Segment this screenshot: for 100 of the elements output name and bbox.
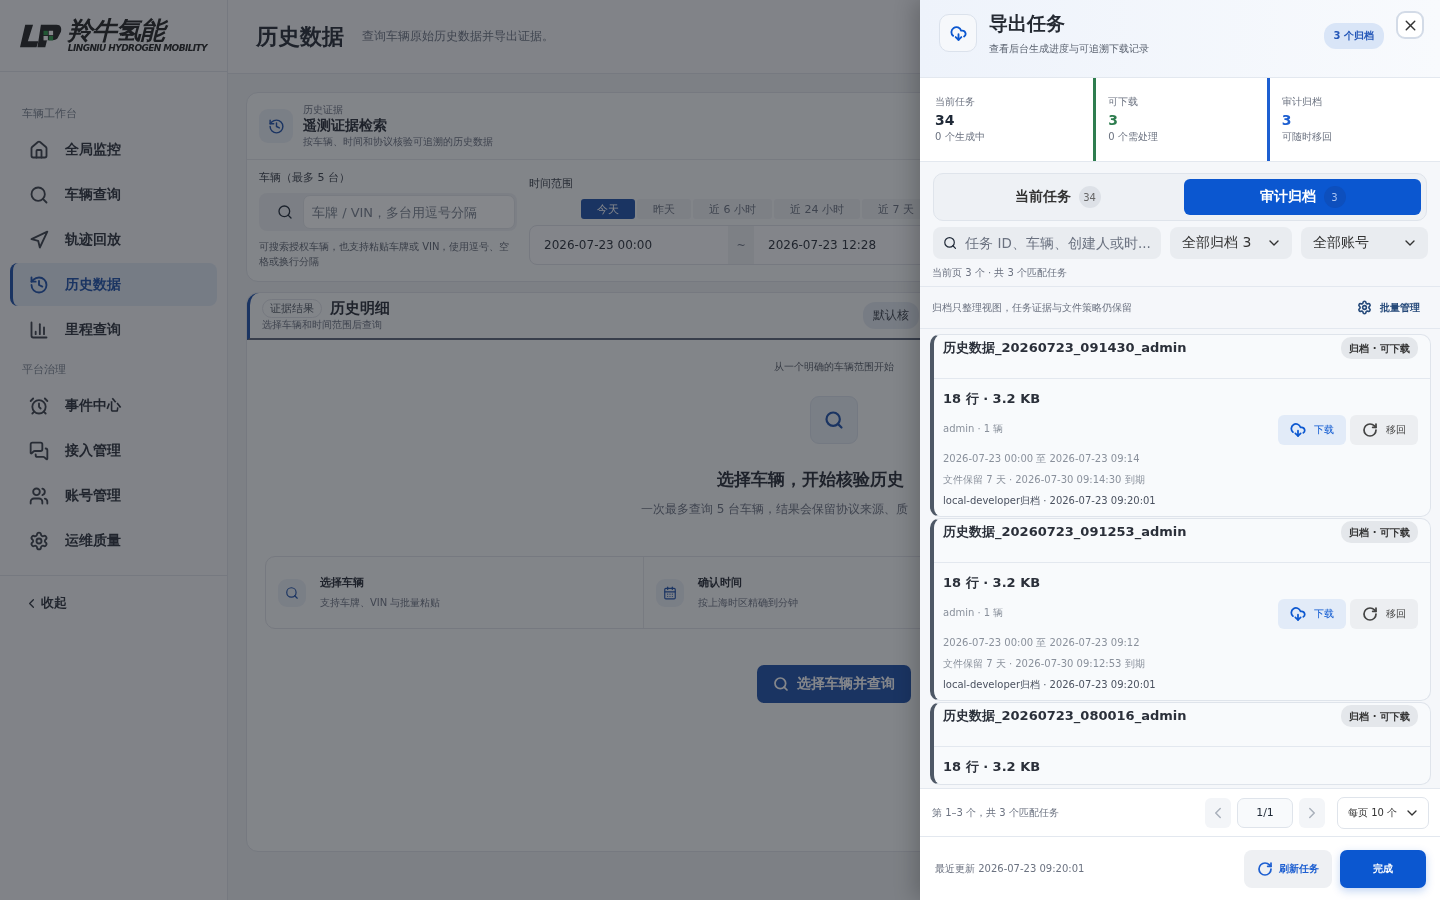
step-title: 选择车辆 [320, 575, 365, 590]
drawer-tab[interactable]: 审计归档 3 [1184, 179, 1421, 215]
drawer-title: 导出任务 [989, 11, 1066, 36]
stat-label: 审计归档 [1281, 95, 1323, 109]
pagination-summary: 第 1–3 个，共 3 个匹配任务 [932, 805, 1059, 820]
card-title: 遥测证据检索 [303, 117, 388, 135]
task-size: 18 行 · 3.2 KB [943, 574, 1042, 592]
done-button[interactable]: 完成 [1340, 849, 1426, 888]
task-title: 历史数据_20260723_080016_admin [943, 707, 1187, 726]
task-title: 历史数据_20260723_091253_admin [943, 523, 1187, 542]
filter-select[interactable]: 全部归档 3 [1170, 227, 1292, 259]
alarm-clock-icon [29, 395, 49, 416]
settings-icon [1357, 300, 1372, 315]
cloud-download-icon [1290, 422, 1306, 438]
task-range: 2026-07-23 00:00 至 2026-07-23 09:12 [943, 636, 1141, 650]
vehicle-field[interactable]: 车牌 / VIN，多台用逗号分隔 [259, 193, 517, 231]
settings-icon [29, 530, 49, 551]
stat-note: 0 个需处理 [1108, 130, 1159, 144]
time-preset-tab[interactable]: 今天 [581, 199, 635, 219]
rotate-icon [1362, 422, 1378, 438]
logo-tagline: LINGNIU HYDROGEN MOBILITY [67, 43, 207, 53]
task-retention: 文件保留 7 天 · 2026-07-30 09:12:53 到期 [943, 657, 1146, 671]
page-title: 历史数据 [256, 22, 344, 51]
restore-button[interactable]: 移回 [1350, 415, 1418, 445]
nav-item[interactable]: 车辆查询 [10, 173, 217, 216]
drawer-tab[interactable]: 当前任务 34 [939, 179, 1176, 215]
stat-label: 当前任务 [935, 95, 976, 109]
drawer-subtitle: 查看后台生成进度与可追溯下载记录 [989, 42, 1149, 56]
stat-value: 3 [1281, 112, 1293, 128]
query-button[interactable]: 选择车辆并查询 [757, 665, 911, 703]
nav-item[interactable]: 接入管理 [10, 429, 217, 472]
stat-value: 3 [1108, 112, 1120, 128]
nav-item[interactable]: 全局监控 [10, 128, 217, 171]
task-archived: local-developer归档 · 2026-07-23 09:20:01 [943, 678, 1157, 692]
nav-item[interactable]: 里程查询 [10, 308, 217, 351]
page-indicator: 1/1 [1237, 797, 1293, 828]
match-count: 当前页 3 个 · 共 3 个匹配任务 [920, 259, 1440, 287]
field-label: 时间范围 [529, 176, 574, 191]
mode-badge: 默认核 [863, 302, 919, 329]
archive-note: 归档只整理视图，任务证据与文件策略仍保留 [932, 300, 1132, 315]
nav-item[interactable]: 运维质量 [10, 519, 217, 562]
task-owner: admin · 1 辆 [943, 606, 1005, 620]
page-subtitle: 查询车辆原始历史数据并导出证据。 [362, 28, 554, 45]
archive-count-badge: 3 个归档 [1323, 23, 1384, 49]
search-icon [277, 204, 293, 220]
stat-note: 可随时移回 [1281, 130, 1333, 144]
task-archived: local-developer归档 · 2026-07-23 09:20:01 [943, 494, 1157, 508]
cloud-download-icon [939, 14, 977, 52]
chat-icon [29, 440, 49, 461]
users-icon [29, 485, 49, 506]
search-icon [29, 184, 49, 205]
page-size-select[interactable]: 每页 10 个 [1337, 796, 1429, 829]
history-icon [259, 109, 293, 143]
task-search-field[interactable]: 任务 ID、车辆、创建人或时... [933, 227, 1161, 259]
status-badge: 归档 · 可下载 [1341, 337, 1418, 359]
search-icon [943, 235, 958, 251]
task-title: 历史数据_20260723_091430_admin [943, 339, 1187, 358]
empty-heading: 选择车辆，开始核验历史 [717, 468, 904, 491]
task-retention: 文件保留 7 天 · 2026-07-30 09:14:30 到期 [943, 473, 1146, 487]
task-size: 18 行 · 3.2 KB [943, 390, 1042, 408]
field-label: 车辆（最多 5 台） [259, 170, 351, 185]
bar-chart-icon [29, 319, 49, 340]
field-hint: 可搜索授权车辆，也支持粘贴车牌或 VIN，使用逗号、空格或换行分隔 [259, 240, 511, 269]
home-icon [29, 139, 49, 160]
stat-note: 0 个生成中 [935, 130, 986, 144]
nav-item[interactable]: 历史数据 [10, 263, 217, 306]
task-range: 2026-07-23 00:00 至 2026-07-23 09:14 [943, 452, 1141, 466]
nav-item[interactable]: 账号管理 [10, 474, 217, 517]
section-title: 历史明细 [330, 299, 390, 318]
navigation-icon [29, 229, 49, 250]
collapse-button[interactable]: 收起 [0, 575, 227, 630]
search-icon [278, 578, 306, 607]
refresh-button[interactable]: 刷新任务 [1244, 849, 1332, 888]
close-button[interactable] [1396, 11, 1424, 39]
stat-value: 34 [935, 112, 956, 128]
status-badge: 归档 · 可下载 [1341, 705, 1418, 727]
bulk-manage-button[interactable]: 批量管理 [1357, 300, 1420, 315]
last-updated: 最近更新 2026-07-23 09:20:01 [935, 861, 1085, 876]
rotate-icon [1362, 606, 1378, 622]
start-date: 2026-07-23 00:00 [543, 238, 654, 252]
end-date: 2026-07-23 12:28 [767, 238, 878, 252]
rotate-icon [1257, 860, 1273, 877]
download-button[interactable]: 下载 [1278, 415, 1346, 445]
nav-item[interactable]: 轨迹回放 [10, 218, 217, 261]
logo-name: 羚牛氢能 [67, 18, 207, 43]
step-title: 确认时间 [698, 575, 743, 590]
filter-select[interactable]: 全部账号 [1301, 227, 1428, 259]
search-icon [810, 396, 858, 444]
search-icon [773, 676, 789, 692]
status-badge: 归档 · 可下载 [1341, 521, 1418, 543]
task-owner: admin · 1 辆 [943, 422, 1005, 436]
task-size: 18 行 · 3.2 KB [943, 758, 1042, 776]
history-icon [29, 274, 49, 295]
cloud-download-icon [1290, 606, 1306, 622]
nav-item[interactable]: 事件中心 [10, 384, 217, 427]
restore-button[interactable]: 移回 [1350, 599, 1418, 629]
download-button[interactable]: 下载 [1278, 599, 1346, 629]
range-separator: ~ [728, 226, 754, 264]
calendar-icon [656, 578, 684, 607]
stat-label: 可下载 [1108, 95, 1140, 109]
